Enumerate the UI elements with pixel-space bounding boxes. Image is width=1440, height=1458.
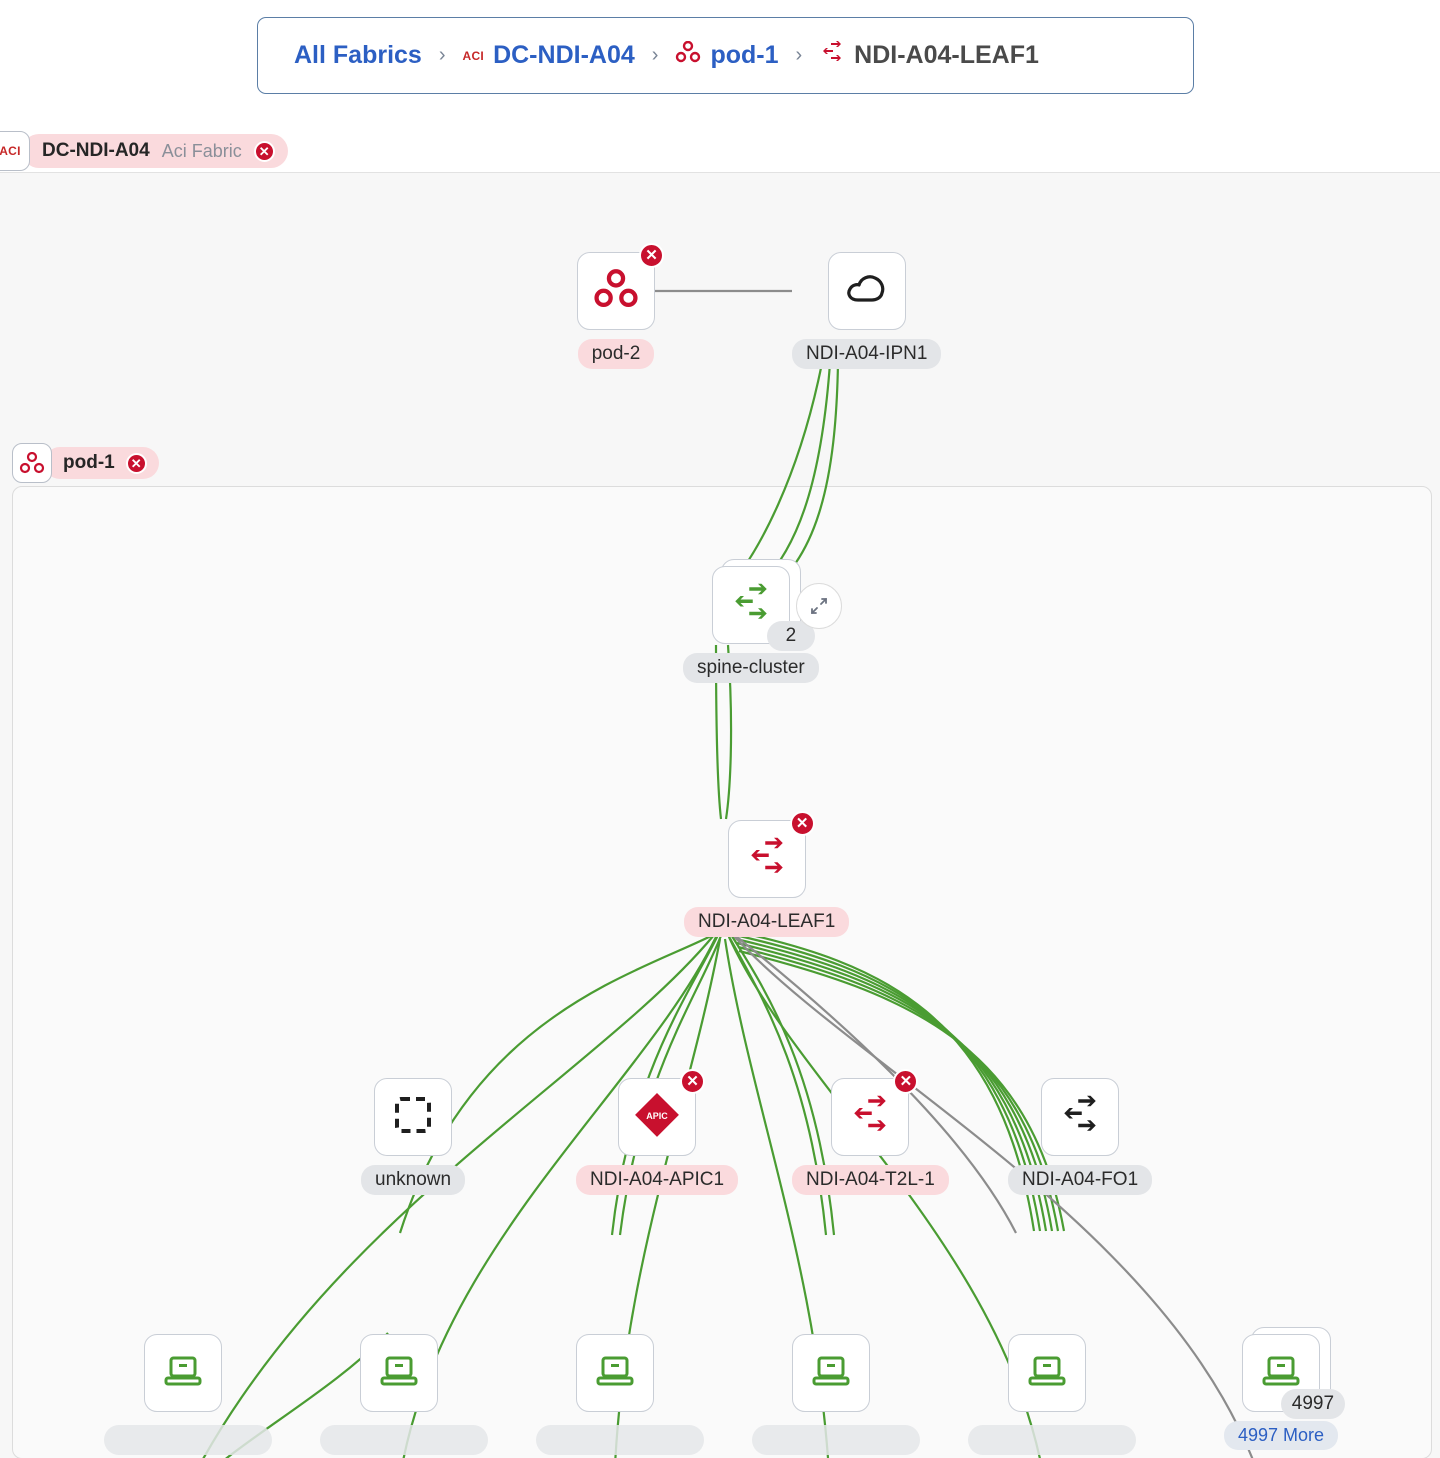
node-icon-box[interactable]: APIC ✕ [618,1069,706,1156]
expand-icon[interactable] [796,583,842,629]
unknown-icon [392,1094,434,1141]
status-badge[interactable]: ✕ [253,140,275,162]
endpoint-icon [809,1351,853,1396]
error-badge[interactable]: ✕ [680,1069,706,1094]
endpoint-icon [161,1351,205,1396]
pod-name: pod-1 [63,452,115,473]
topology-node-endpoint-3[interactable] [576,1334,654,1412]
node-icon-box[interactable]: ✕ [727,811,815,898]
endpoint-label-placeholder [968,1425,1136,1455]
node-icon-box[interactable]: ✕ [577,243,664,330]
topology-links [202,289,1254,1458]
node-icon-box[interactable] [827,252,906,330]
node-label: NDI-A04-LEAF1 [684,907,850,937]
node-icon-box[interactable]: ✕ [831,1069,919,1156]
status-badge[interactable]: ✕ [125,452,147,474]
breadcrumb-separator: › [651,44,659,66]
node-label: NDI-A04-FO1 [1008,1165,1153,1195]
switch-icon [819,40,845,71]
switch-icon [744,836,790,883]
topology-canvas[interactable]: pod-1 ✕ ✕ pod-2 NDI-A04-IPN1 2 spine-clu… [0,172,1440,1458]
pod-chip[interactable]: pod-1 ✕ [12,443,159,483]
node-label: unknown [361,1165,466,1195]
cloud-icon [842,269,892,314]
topology-node-ipn1[interactable]: NDI-A04-IPN1 [792,252,942,369]
breadcrumb-item-all-fabrics[interactable]: All Fabrics [294,41,422,70]
breadcrumb-item-fabric[interactable]: ACI DC-NDI-A04 [463,41,635,70]
pod-icon [675,40,701,70]
aci-icon: ACI [462,48,485,63]
switch-icon [728,582,774,629]
node-label: NDI-A04-IPN1 [792,339,942,369]
breadcrumb-label: NDI-A04-LEAF1 [854,41,1039,69]
breadcrumb-separator: › [438,44,446,66]
apic-icon: APIC [631,1089,683,1146]
node-label: pod-2 [577,339,655,369]
svg-text:APIC: APIC [646,1111,668,1121]
topology-node-t2l1[interactable]: ✕ NDI-A04-T2L-1 [792,1069,949,1195]
topology-page: All Fabrics › ACI DC-NDI-A04 › pod-1 › N… [0,0,1440,1458]
endpoint-label-placeholder [104,1425,272,1455]
endpoint-more-link[interactable]: 4997 More [1224,1421,1339,1450]
endpoint-label-placeholder [536,1425,704,1455]
endpoint-icon [1025,1351,1069,1396]
node-icon-box[interactable] [374,1078,453,1156]
node-icon-box[interactable] [1041,1078,1120,1156]
pod-icon [593,268,639,314]
aci-icon: ACI [0,131,30,171]
breadcrumb-label: DC-NDI-A04 [493,41,635,69]
topology-node-endpoint-2[interactable] [360,1334,438,1412]
breadcrumb-label: All Fabrics [294,41,422,69]
topology-node-leaf1[interactable]: ✕ NDI-A04-LEAF1 [684,811,850,937]
pod-icon [12,443,52,483]
switch-icon [847,1094,893,1141]
node-icon-box[interactable]: 4997 [1242,1327,1346,1419]
error-badge[interactable]: ✕ [789,811,815,836]
topology-node-fo1[interactable]: NDI-A04-FO1 [1008,1078,1153,1195]
fabric-name: DC-NDI-A04 [42,140,150,161]
topology-node-unknown[interactable]: unknown [361,1078,466,1195]
endpoint-icon [377,1351,421,1396]
node-icon-box[interactable]: 2 [711,559,815,651]
fabric-type: Aci Fabric [161,140,242,161]
topology-node-apic1[interactable]: APIC ✕ NDI-A04-APIC1 [576,1069,739,1195]
error-badge[interactable]: ✕ [893,1069,919,1094]
node-icon-box[interactable] [360,1334,438,1412]
switch-icon [1057,1094,1103,1141]
endpoint-label-placeholder [320,1425,488,1455]
topology-node-spine-cluster[interactable]: 2 spine-cluster [683,559,819,683]
error-badge[interactable]: ✕ [639,243,664,268]
node-icon-box[interactable] [1008,1334,1086,1412]
topology-node-endpoint-1[interactable] [144,1334,222,1412]
breadcrumb-item-leaf: NDI-A04-LEAF1 [819,40,1039,71]
breadcrumb-separator: › [795,44,803,66]
breadcrumb: All Fabrics › ACI DC-NDI-A04 › pod-1 › N… [257,17,1194,94]
topology-node-endpoint-group[interactable]: 4997 4997 More [1224,1327,1346,1450]
node-label: spine-cluster [683,653,819,683]
breadcrumb-label: pod-1 [710,41,779,69]
fabric-chip[interactable]: ACI DC-NDI-A04 Aci Fabric ✕ [0,131,288,171]
node-count-badge[interactable]: 4997 [1280,1389,1346,1419]
node-icon-box[interactable] [792,1334,870,1412]
node-icon-box[interactable] [576,1334,654,1412]
topology-node-pod-2[interactable]: ✕ pod-2 [577,243,664,369]
node-label: NDI-A04-T2L-1 [792,1165,949,1195]
breadcrumb-item-pod[interactable]: pod-1 [675,40,779,70]
endpoint-label-placeholder [752,1425,920,1455]
endpoint-icon [593,1351,637,1396]
node-label: NDI-A04-APIC1 [576,1165,739,1195]
node-icon-box[interactable] [144,1334,222,1412]
topology-node-endpoint-4[interactable] [792,1334,870,1412]
topology-node-endpoint-5[interactable] [1008,1334,1086,1412]
